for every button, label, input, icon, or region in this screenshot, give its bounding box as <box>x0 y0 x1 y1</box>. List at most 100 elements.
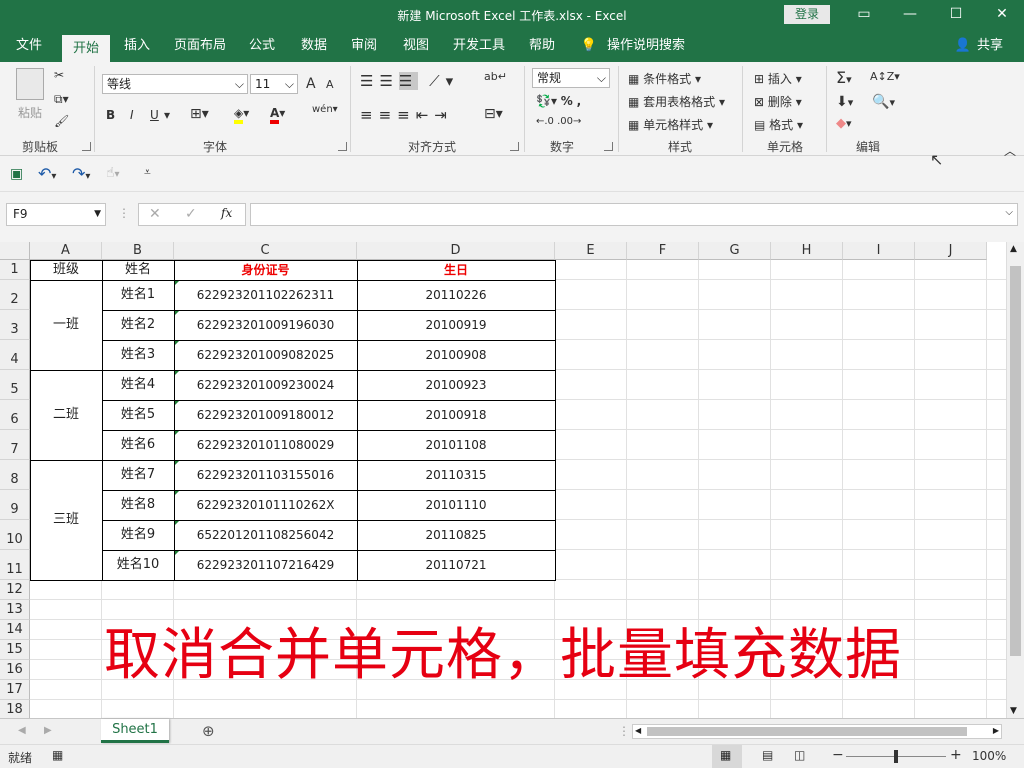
birthday-cell[interactable]: 20101110 <box>357 490 555 520</box>
vertical-align-icons[interactable]: ☰☰☰ ⟋▾ <box>360 72 459 90</box>
row-header-16[interactable]: 16 <box>0 660 30 680</box>
expand-formula-icon[interactable]: ⌵ <box>1005 207 1013 218</box>
format-cells-button[interactable]: ▤ 格式 ▾ <box>754 116 803 133</box>
cell-styles-button[interactable]: ▦ 单元格样式 ▾ <box>628 116 713 133</box>
scroll-right-icon[interactable]: ▶ <box>993 726 999 735</box>
scroll-up-icon[interactable]: ▲ <box>1010 244 1017 254</box>
birthday-cell[interactable]: 20100919 <box>357 310 555 340</box>
tell-me-search[interactable]: 操作说明搜索 <box>604 30 688 62</box>
scroll-thumb[interactable] <box>1010 266 1021 656</box>
row-header-12[interactable]: 12 <box>0 580 30 600</box>
class-merged-cell[interactable]: 三班 <box>30 460 102 580</box>
chevron-down-icon[interactable]: ▾ <box>164 108 170 122</box>
row-header-13[interactable]: 13 <box>0 600 30 620</box>
phonetic-icon[interactable]: wén▾ <box>312 104 338 115</box>
delete-cells-button[interactable]: ⊠ 删除 ▾ <box>754 93 802 110</box>
row-header-7[interactable]: 7 <box>0 430 30 460</box>
find-icon[interactable]: 🔍▾ <box>872 94 895 110</box>
name-cell[interactable]: 姓名4 <box>102 370 174 400</box>
decimal-icons[interactable]: ←.0 .00→ <box>536 116 581 127</box>
name-cell[interactable]: 姓名1 <box>102 280 174 310</box>
maximize-icon[interactable]: ☐ <box>936 0 976 30</box>
birthday-cell[interactable]: 20110315 <box>357 460 555 490</box>
customize-qat-icon[interactable]: ⩡ <box>144 165 151 180</box>
row-header-9[interactable]: 9 <box>0 490 30 520</box>
undo-icon[interactable]: ↶▾ <box>38 164 56 183</box>
touch-mode-icon[interactable]: ☝▾ <box>106 165 120 181</box>
grow-font-button[interactable]: A <box>306 76 316 92</box>
row-header-18[interactable]: 18 <box>0 700 30 718</box>
column-header-a[interactable]: A <box>30 242 102 260</box>
row-header-3[interactable]: 3 <box>0 310 30 340</box>
scroll-left-icon[interactable]: ◀ <box>635 726 641 735</box>
tab-view[interactable]: 视图 <box>396 30 436 62</box>
cancel-icon[interactable]: ✕ <box>149 206 161 222</box>
tab-split-grip-icon[interactable]: ⋮ <box>618 724 630 738</box>
sort-filter-icon[interactable]: A↕Z▾ <box>870 70 900 83</box>
zoom-slider-thumb[interactable] <box>894 750 898 763</box>
id-cell[interactable]: 622923201009230024 <box>174 370 357 400</box>
save-icon[interactable]: ▣ <box>10 166 23 182</box>
redo-icon[interactable]: ↷▾ <box>72 164 90 183</box>
fill-color-icon[interactable]: ◈▾ <box>234 106 249 124</box>
zoom-out-icon[interactable]: − <box>832 747 844 763</box>
column-header-e[interactable]: E <box>555 242 627 260</box>
alignment-launcher-icon[interactable] <box>510 142 519 151</box>
select-all-corner[interactable] <box>0 242 30 260</box>
hscroll-thumb[interactable] <box>647 727 967 736</box>
row-header-10[interactable]: 10 <box>0 520 30 550</box>
font-size-select[interactable]: 11 ⌵ <box>250 74 298 94</box>
scroll-down-icon[interactable]: ▼ <box>1010 706 1017 716</box>
column-header-c[interactable]: C <box>174 242 357 260</box>
id-cell[interactable]: 62292320101110262X <box>174 490 357 520</box>
next-sheet-icon[interactable]: ▶ <box>44 725 52 736</box>
column-header-h[interactable]: H <box>771 242 843 260</box>
underline-button[interactable]: U <box>150 108 159 122</box>
id-cell[interactable]: 622923201009082025 <box>174 340 357 370</box>
tab-insert[interactable]: 插入 <box>116 30 158 62</box>
tab-data[interactable]: 数据 <box>294 30 334 62</box>
vertical-scrollbar[interactable]: ▲ ▼ <box>1006 242 1024 718</box>
birthday-cell[interactable]: 20110226 <box>357 280 555 310</box>
insert-function-icon[interactable]: fx <box>221 206 232 220</box>
class-merged-cell[interactable]: 一班 <box>30 280 102 370</box>
italic-button[interactable]: I <box>130 108 134 122</box>
birthday-cell[interactable]: 20101108 <box>357 430 555 460</box>
fill-icon[interactable]: ⬇▾ <box>836 94 853 110</box>
horizontal-scrollbar[interactable]: ◀ ▶ <box>632 724 1002 739</box>
row-header-6[interactable]: 6 <box>0 400 30 430</box>
id-cell[interactable]: 622923201107216429 <box>174 550 357 580</box>
sheet-tab-sheet1[interactable]: Sheet1 <box>101 719 169 743</box>
horizontal-align-icons[interactable]: ≡≡≡⇤⇥ <box>360 106 453 124</box>
clear-icon[interactable]: ◆▾ <box>836 116 852 131</box>
clipboard-launcher-icon[interactable] <box>82 142 91 151</box>
birthday-cell[interactable]: 20100918 <box>357 400 555 430</box>
format-painter-icon[interactable]: 🖌 <box>54 114 69 128</box>
row-header-4[interactable]: 4 <box>0 340 30 370</box>
cut-icon[interactable]: ✂ <box>54 68 64 82</box>
tab-file[interactable]: 文件 <box>6 30 52 62</box>
tab-review[interactable]: 审阅 <box>344 30 384 62</box>
merge-center-icon[interactable]: ⊟▾ <box>484 106 503 122</box>
name-cell[interactable]: 姓名9 <box>102 520 174 550</box>
lightbulb-icon[interactable]: 💡 <box>578 30 600 62</box>
id-cell[interactable]: 652201201108256042 <box>174 520 357 550</box>
id-cell[interactable]: 622923201102262311 <box>174 280 357 310</box>
formula-input[interactable]: ⌵ <box>250 203 1018 226</box>
insert-cells-button[interactable]: ⊞ 插入 ▾ <box>754 70 802 87</box>
name-cell[interactable]: 姓名3 <box>102 340 174 370</box>
header-class-cell[interactable]: 班级 <box>30 260 102 280</box>
header-name-cell[interactable]: 姓名 <box>102 260 174 280</box>
conditional-format-button[interactable]: ▦ 条件格式 ▾ <box>628 70 701 87</box>
bold-button[interactable]: B <box>106 108 115 122</box>
row-header-11[interactable]: 11 <box>0 550 30 580</box>
row-header-14[interactable]: 14 <box>0 620 30 640</box>
format-as-table-button[interactable]: ▦ 套用表格格式 ▾ <box>628 93 725 110</box>
font-color-icon[interactable]: A▾ <box>270 106 285 124</box>
name-cell[interactable]: 姓名10 <box>102 550 174 580</box>
number-format-select[interactable]: 常规 ⌵ <box>532 68 610 88</box>
tab-formulas[interactable]: 公式 <box>242 30 282 62</box>
border-icon[interactable]: ⊞▾ <box>190 106 209 122</box>
row-header-15[interactable]: 15 <box>0 640 30 660</box>
birthday-cell[interactable]: 20110721 <box>357 550 555 580</box>
